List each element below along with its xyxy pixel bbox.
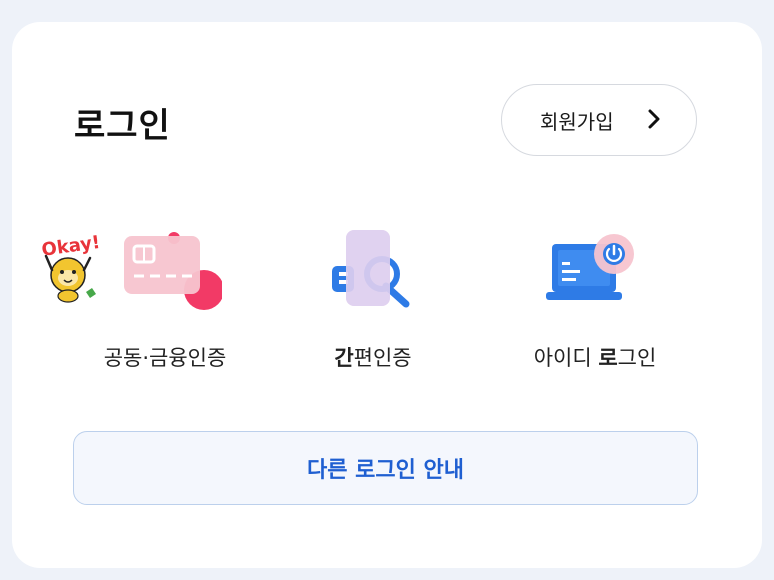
- svg-text:Okay!: Okay!: [40, 232, 101, 261]
- simple-auth-option-label: 간편인증: [278, 342, 468, 372]
- okay-sticker-icon: Okay!: [40, 232, 101, 303]
- id-login-option[interactable]: 아이디 로그인: [500, 222, 690, 382]
- joint-financial-certificate-option[interactable]: Okay! 공동·금융인증: [40, 222, 260, 382]
- other-login-guide-button[interactable]: 다른 로그인 안내: [73, 431, 698, 505]
- signup-button-label: 회원가입: [540, 109, 614, 134]
- certificate-card-icon: [124, 232, 222, 310]
- simple-auth-phone-icon: [332, 230, 410, 308]
- id-login-label-bold: 로: [598, 346, 618, 370]
- laptop-power-icon: [546, 234, 634, 300]
- id-login-label-rest: 그인: [617, 346, 657, 370]
- certificate-option-label: 공동·금융인증: [103, 346, 227, 370]
- id-login-option-label: 아이디 로그인: [500, 342, 690, 372]
- page-title: 로그인: [74, 106, 171, 146]
- simple-auth-label-rest: 편인증: [353, 346, 412, 370]
- login-card: 로그인 회원가입 Okay! 공동·금융인증 간편인증 아이디 로그인 다른 로…: [12, 22, 762, 568]
- simple-auth-label-bold: 간: [334, 346, 354, 370]
- signup-button[interactable]: 회원가입: [501, 84, 697, 156]
- simple-auth-option[interactable]: 간편인증: [278, 222, 468, 382]
- id-login-label-prefix: 아이디: [533, 346, 599, 370]
- chevron-right-icon: [648, 109, 660, 129]
